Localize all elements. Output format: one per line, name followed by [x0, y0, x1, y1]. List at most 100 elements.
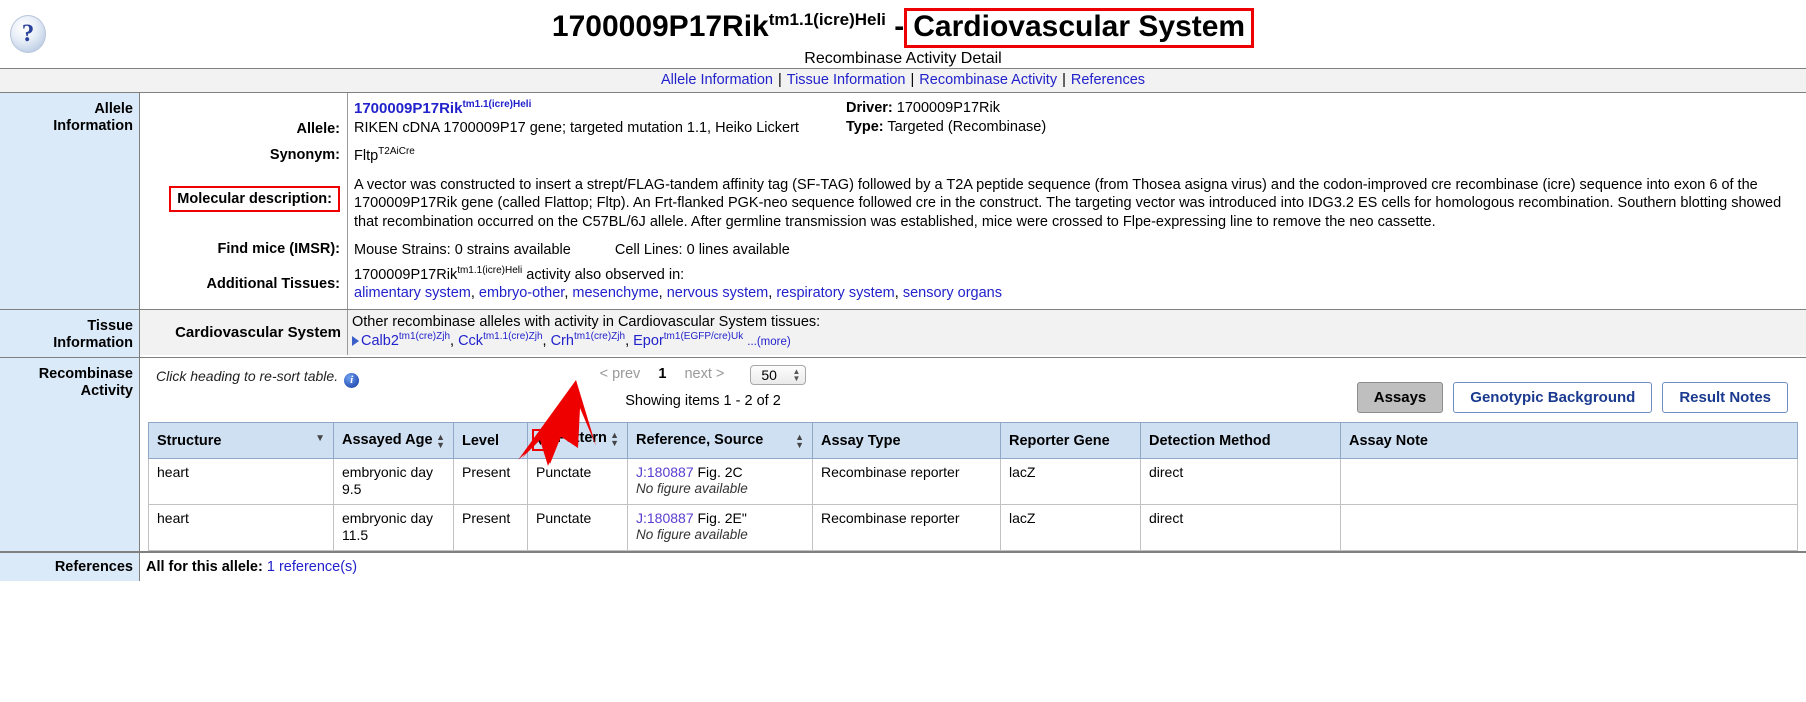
cell-reporter-gene: lacZ	[1000, 503, 1141, 551]
column-header-reporter-gene[interactable]: Reporter Gene	[1000, 422, 1141, 459]
references-all-label: All for this allele:	[146, 558, 263, 575]
help-icon[interactable]: ?	[10, 15, 46, 53]
cell-detection-method: direct	[1140, 503, 1341, 551]
tab-result-notes[interactable]: Result Notes	[1662, 382, 1788, 414]
cell-assayed-age: embryonic day 9.5	[333, 457, 454, 505]
recombinase-activity-label-line1: Recombinase	[38, 366, 133, 383]
cell-pattern: Punctate	[527, 503, 628, 551]
reference-figure: Fig. 2C	[697, 463, 743, 480]
cell-reporter-gene: lacZ	[1000, 457, 1141, 505]
table-row: heart embryonic day 9.5 Present Punctate…	[148, 457, 1798, 505]
tissue-information-label-line2: Information	[53, 334, 133, 351]
other-allele-link-epor[interactable]: Eportm1(EGFP/cre)Uk	[633, 331, 743, 348]
recombinase-activity-detail-page: ? 1700009P17Riktm1.1(icre)Heli - Cardiova…	[0, 0, 1806, 702]
pagination-controls: < prev 1 next > 50 ▲ ▼ Showing items 1 - …	[503, 365, 903, 409]
tissue-information-label: Tissue Information	[0, 309, 140, 358]
references-section: References All for this allele: 1 refere…	[0, 551, 1806, 581]
references-label: References	[0, 552, 140, 581]
column-header-assayed-age[interactable]: Assayed Age ▲ ▼	[333, 422, 454, 459]
other-allele-link-calb2[interactable]: Calb2tm1(cre)Zjh	[361, 331, 450, 348]
tissue-link-respiratory-system[interactable]: respiratory system	[776, 285, 894, 301]
synonym-key: Synonym:	[269, 147, 340, 164]
allele-information-label-line1: Allele	[94, 101, 133, 117]
reference-link[interactable]: J:180887	[636, 510, 694, 526]
tissue-link-alimentary-system[interactable]: alimentary system	[354, 285, 471, 301]
allele-information-body: Allele: 1700009P17Riktm1.1(icre)Heli RIK…	[140, 93, 1806, 309]
additional-tissues-prefix-sup: tm1.1(icre)Heli	[457, 265, 523, 276]
imsr-key: Find mice (IMSR):	[217, 241, 340, 258]
allele-symbol-link[interactable]: 1700009P17Riktm1.1(icre)Heli	[354, 100, 531, 118]
other-alleles-list: Calb2tm1(cre)Zjh, Ccktm1.1(cre)Zjh, Crht…	[352, 331, 1806, 351]
recombinase-activity-section: Recombinase Activity Click heading to re…	[0, 358, 1806, 552]
nav-sep-3: |	[1062, 72, 1066, 88]
additional-tissues-key: Additional Tissues:	[206, 276, 340, 293]
cell-assay-type: Recombinase reporter	[812, 457, 1001, 505]
synonym-sup: T2AiCre	[378, 146, 415, 158]
references-count-link[interactable]: 1 reference(s)	[267, 559, 357, 575]
sort-caret-pattern-icon: ▲ ▼	[610, 430, 619, 448]
recombinase-activity-label: Recombinase Activity	[0, 358, 140, 551]
column-header-detection-method[interactable]: Detection Method	[1140, 422, 1341, 459]
allele-name: RIKEN cDNA 1700009P17 gene; targeted mut…	[354, 119, 799, 136]
driver-value: 1700009P17Rik	[896, 100, 1000, 116]
recombinase-activity-label-line2: Activity	[80, 382, 133, 399]
tissue-link-nervous-system[interactable]: nervous system	[667, 285, 769, 301]
synonym-value: Fltp	[354, 148, 379, 165]
resort-hint: Click heading to re-sort table. i	[156, 368, 360, 389]
reference-no-figure-note: No figure available	[636, 481, 748, 497]
column-header-assay-type[interactable]: Assay Type	[812, 422, 1001, 459]
allele-information-label: Allele Information	[0, 93, 140, 309]
tissue-link-embryo-other[interactable]: embryo-other	[479, 285, 564, 301]
nav-link-tissue-information[interactable]: Tissue Information	[787, 72, 906, 88]
molecular-description-row: Molecular description: A vector was cons…	[140, 167, 1806, 234]
tissue-information-section: Tissue Information Cardiovascular System…	[0, 309, 1806, 359]
sort-caret-assayed-age-icon: ▲ ▼	[436, 431, 445, 450]
tissue-link-mesenchyme[interactable]: mesenchyme	[572, 285, 658, 301]
additional-tissues-suffix: activity also observed in:	[526, 266, 685, 283]
reference-link[interactable]: J:180887	[636, 464, 694, 480]
info-icon[interactable]: i	[344, 373, 360, 389]
sort-caret-level-highlight-icon[interactable]: ▲ ▼	[532, 429, 549, 451]
other-alleles-heading: Other recombinase alleles with activity …	[352, 313, 821, 330]
tissue-link-sensory-organs[interactable]: sensory organs	[903, 285, 1002, 301]
column-header-structure[interactable]: Structure ▼	[148, 422, 334, 459]
additional-tissues-prefix: 1700009P17Rik	[354, 266, 458, 283]
tissue-information-label-line1: Tissue	[87, 317, 133, 334]
tissue-name: Cardiovascular System	[140, 309, 348, 355]
nav-link-references[interactable]: References	[1071, 72, 1145, 88]
column-header-reference-source[interactable]: Reference, Source ▲ ▼	[627, 422, 813, 459]
table-row: heart embryonic day 11.5 Present Punctat…	[148, 503, 1798, 551]
sort-caret-structure-icon: ▼	[315, 432, 325, 444]
allele-symbol-link-text: 1700009P17Rik	[354, 100, 463, 117]
tab-assays[interactable]: Assays	[1356, 382, 1444, 414]
column-header-pattern[interactable]: ▲ ▼ Pattern ▲ ▼	[527, 422, 628, 459]
expand-triangle-icon[interactable]	[352, 335, 359, 346]
cell-detection-method: direct	[1140, 457, 1341, 505]
other-allele-link-cck[interactable]: Ccktm1.1(cre)Zjh	[458, 331, 542, 348]
column-header-level[interactable]: Level	[453, 422, 528, 459]
table-toolbar: Click heading to re-sort table. i < prev …	[148, 364, 1798, 420]
page-size-select[interactable]: 50 ▲ ▼	[750, 365, 807, 386]
allele-superscript-title: tm1.1(icre)Heli	[768, 10, 886, 29]
showing-items-text: Showing items 1 - 2 of 2	[625, 393, 781, 410]
tab-genotypic-background[interactable]: Genotypic Background	[1453, 382, 1653, 414]
nav-link-recombinase-activity[interactable]: Recombinase Activity	[919, 72, 1057, 88]
allele-information-section: Allele Information Allele: 1700009P17Rik…	[0, 93, 1806, 310]
imsr-cell-lines: Cell Lines: 0 lines available	[614, 242, 790, 259]
prev-page-button[interactable]: < prev	[600, 366, 641, 382]
next-page-button[interactable]: next >	[684, 366, 724, 382]
cell-assayed-age: embryonic day 11.5	[333, 503, 454, 551]
allele-symbol-title: 1700009P17Rik	[551, 10, 769, 43]
allele-information-label-line2: Information	[53, 117, 133, 134]
nav-link-allele-information[interactable]: Allele Information	[661, 72, 773, 88]
system-name-highlight: Cardiovascular System	[904, 8, 1255, 48]
nav-sep-1: |	[777, 72, 782, 88]
cell-assay-note	[1340, 503, 1798, 551]
driver-key: Driver:	[846, 100, 893, 116]
table-view-tabs: Assays Genotypic Background Result Notes	[1356, 382, 1788, 414]
other-alleles-more-link[interactable]: ...(more)	[747, 336, 790, 348]
other-allele-link-crh[interactable]: Crhtm1(cre)Zjh	[551, 331, 626, 348]
molecular-description-key: Molecular description:	[169, 186, 340, 213]
references-body: All for this allele: 1 reference(s)	[140, 553, 1806, 581]
column-header-assay-note[interactable]: Assay Note	[1340, 422, 1798, 459]
